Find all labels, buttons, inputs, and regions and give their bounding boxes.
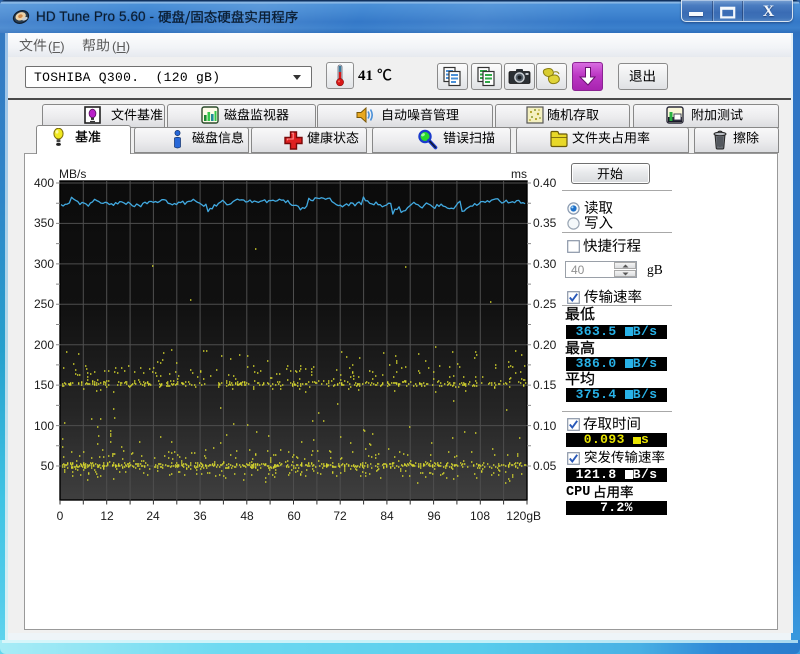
svg-text:24: 24 [146, 509, 160, 523]
svg-text:350: 350 [34, 216, 54, 230]
svg-text:0: 0 [57, 509, 64, 523]
svg-text:0.20: 0.20 [533, 338, 557, 352]
svg-text:150: 150 [34, 378, 54, 392]
svg-text:250: 250 [34, 297, 54, 311]
svg-text:60: 60 [287, 509, 301, 523]
svg-text:96: 96 [427, 509, 441, 523]
svg-text:300: 300 [34, 257, 54, 271]
svg-text:36: 36 [193, 509, 207, 523]
svg-text:ms: ms [511, 167, 527, 181]
svg-text:72: 72 [333, 509, 347, 523]
svg-text:50: 50 [41, 459, 55, 473]
svg-text:MB/s: MB/s [59, 167, 86, 181]
svg-text:0.35: 0.35 [533, 216, 557, 230]
svg-text:100: 100 [34, 419, 54, 433]
svg-text:84: 84 [380, 509, 394, 523]
svg-text:0.40: 0.40 [533, 176, 557, 190]
svg-text:108: 108 [470, 509, 490, 523]
svg-text:12: 12 [100, 509, 114, 523]
svg-text:400: 400 [34, 176, 54, 190]
svg-text:0.15: 0.15 [533, 378, 557, 392]
svg-text:48: 48 [240, 509, 254, 523]
svg-text:200: 200 [34, 338, 54, 352]
svg-text:0.10: 0.10 [533, 419, 557, 433]
svg-text:0.30: 0.30 [533, 257, 557, 271]
svg-text:0.05: 0.05 [533, 459, 557, 473]
svg-text:0.25: 0.25 [533, 297, 557, 311]
svg-text:120gB: 120gB [506, 509, 541, 523]
